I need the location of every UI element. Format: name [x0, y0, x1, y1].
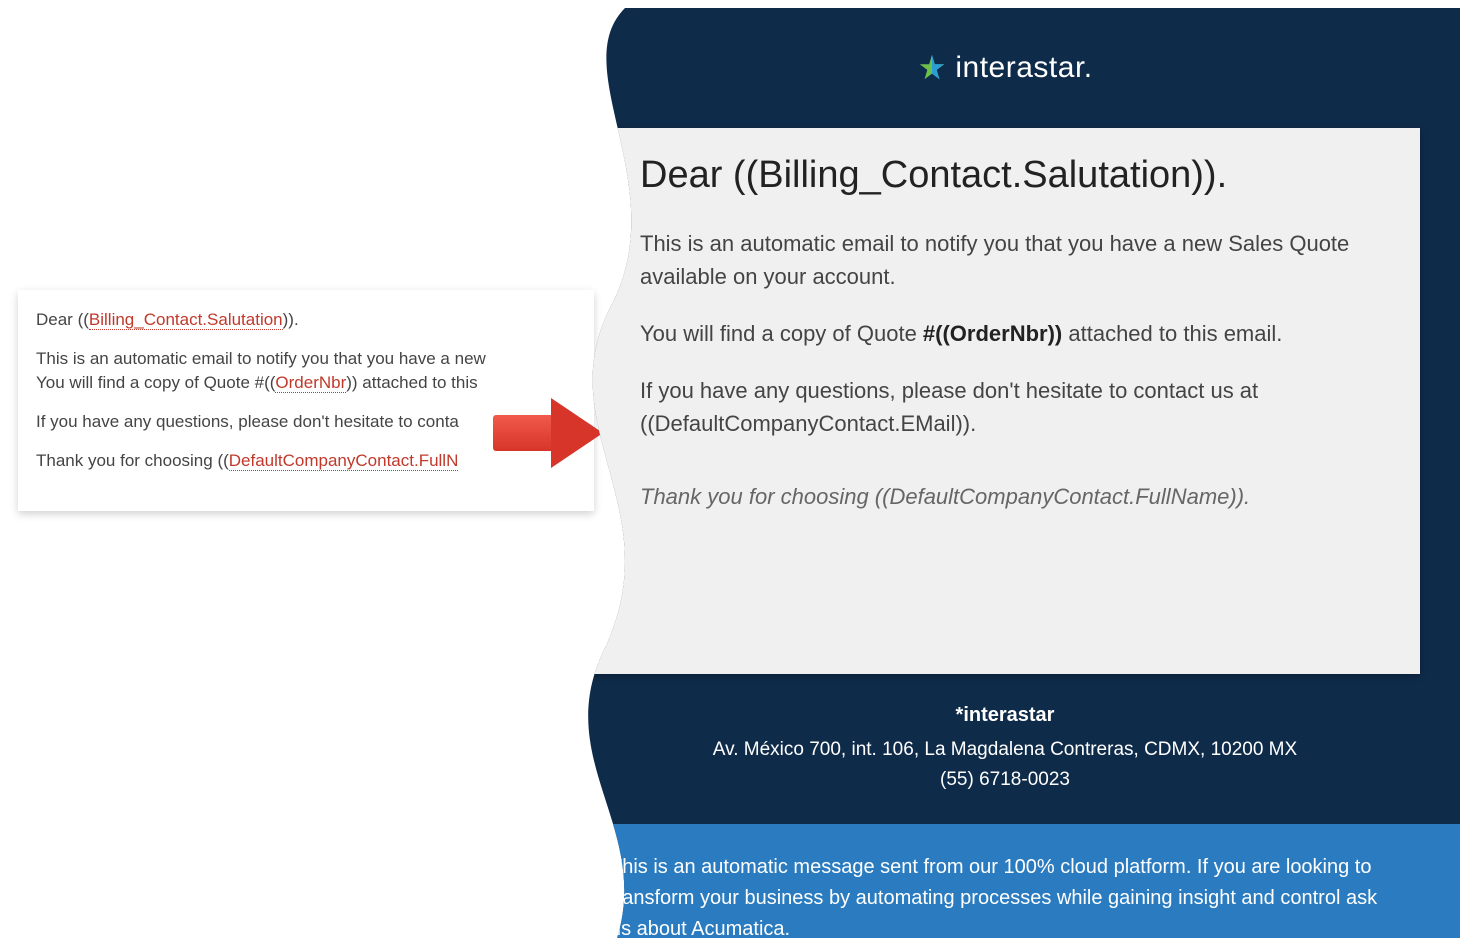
plain-line3-post: )) attached to this — [346, 373, 477, 392]
plain-line2-text: This is an automatic email to notify you… — [36, 349, 486, 368]
footer-disclaimer: This is an automatic message sent from o… — [550, 824, 1460, 938]
plain-line1-token: Billing_Contact.Salutation — [89, 310, 283, 330]
plain-line-1: Dear ((Billing_Contact.Salutation)). — [36, 308, 576, 333]
email-body-card: Dear ((Billing_Contact.Salutation)). Thi… — [590, 128, 1420, 674]
footer-phone: (55) 6718-0023 — [580, 765, 1430, 795]
plain-line-2: This is an automatic email to notify you… — [36, 347, 576, 396]
email-paragraph-1: This is an automatic email to notify you… — [640, 227, 1370, 293]
plain-line1-pre: Dear (( — [36, 310, 89, 329]
footer-address: *interastar Av. México 700, int. 106, La… — [550, 674, 1460, 824]
email-paragraph-2: You will find a copy of Quote #((OrderNb… — [640, 317, 1370, 350]
brand-name: interastar. — [955, 51, 1092, 85]
email-p2-post: attached to this email. — [1062, 321, 1282, 346]
email-greeting: Dear ((Billing_Contact.Salutation)). — [640, 154, 1370, 197]
email-paragraph-3: If you have any questions, please don't … — [640, 374, 1370, 440]
brand-header: interastar. — [550, 8, 1460, 128]
footer-company: *interastar — [580, 704, 1430, 727]
footer-address-line: Av. México 700, int. 106, La Magdalena C… — [580, 735, 1430, 765]
plain-line3-token: OrderNbr — [275, 373, 346, 393]
plain-line5-pre: Thank you for choosing (( — [36, 451, 229, 470]
email-p2-bold: #((OrderNbr)) — [923, 321, 1062, 346]
brand-logo: interastar. — [917, 51, 1092, 85]
plain-line1-post: )). — [283, 310, 299, 329]
plain-line5-token: DefaultCompanyContact.FullN — [229, 451, 459, 471]
email-p2-pre: You will find a copy of Quote — [640, 321, 923, 346]
star-icon — [917, 53, 947, 83]
formatted-email-panel: interastar. Dear ((Billing_Contact.Salut… — [550, 8, 1460, 938]
email-paragraph-4: Thank you for choosing ((DefaultCompanyC… — [640, 480, 1370, 513]
plain-line3-pre: You will find a copy of Quote #(( — [36, 373, 275, 392]
